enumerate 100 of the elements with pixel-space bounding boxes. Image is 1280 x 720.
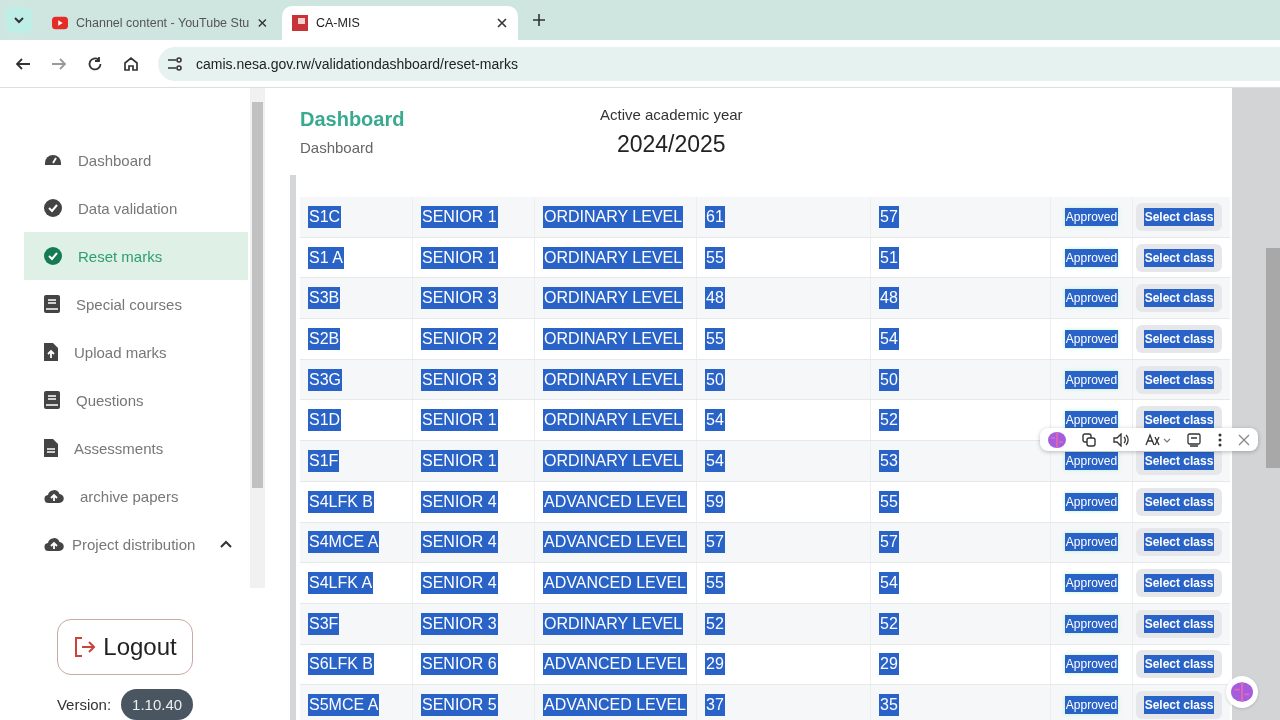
sidebar-item[interactable]: Upload marks [24, 328, 248, 376]
breadcrumb: Dashboard [300, 138, 375, 156]
status-badge: Approved [1064, 329, 1119, 348]
book-icon [44, 391, 60, 409]
table-cell: 54 [879, 572, 899, 595]
select-class-button[interactable]: Select class [1135, 324, 1223, 353]
select-class-button[interactable]: Select class [1135, 569, 1223, 598]
select-class-button[interactable]: Select class [1135, 365, 1223, 394]
sidebar-item[interactable]: Data validation [24, 184, 248, 232]
reader-icon[interactable] [1187, 432, 1202, 447]
cloud-upload-icon [44, 536, 64, 552]
status-badge: Approved [1064, 655, 1119, 674]
select-class-button[interactable]: Select class [1135, 202, 1223, 231]
table-cell: ADVANCED LEVEL [543, 694, 687, 717]
table-cell: SENIOR 1 [421, 409, 498, 432]
reload-icon[interactable] [86, 54, 104, 73]
tab-title: CA-MIS [316, 16, 361, 30]
table-cell: ADVANCED LEVEL [543, 490, 687, 513]
status-badge: Approved [1064, 696, 1119, 715]
table-cell: SENIOR 4 [421, 572, 498, 595]
file-icon [44, 439, 58, 457]
table-cell: S3F [308, 612, 340, 635]
table-cell: S4MCE A [308, 531, 380, 554]
cloud-upload-icon [44, 488, 64, 504]
sidebar-item[interactable]: Project distribution [24, 520, 248, 568]
table-cell: ORDINARY LEVEL [543, 327, 684, 350]
book-icon [44, 295, 60, 313]
status-badge: Approved [1064, 614, 1119, 633]
table-cell: S5MCE A [308, 694, 380, 717]
status-badge: Approved [1064, 289, 1119, 308]
table-cell: 51 [879, 246, 899, 269]
status-badge: Approved [1064, 207, 1119, 226]
sidebar-item[interactable]: Reset marks [24, 232, 248, 280]
browser-tab[interactable]: CA-MIS [282, 6, 518, 40]
table-cell: S3G [308, 368, 342, 391]
status-badge: Approved [1064, 533, 1119, 552]
status-badge: Approved [1064, 574, 1119, 593]
browser-tab[interactable]: Channel content - YouTube Stu [42, 6, 278, 40]
sidebar-scrollbar[interactable] [250, 88, 265, 588]
select-class-button[interactable]: Select class [1135, 691, 1223, 720]
select-class-button[interactable]: Select class [1135, 650, 1223, 679]
check-circle-icon [44, 199, 62, 217]
file-upload-icon [44, 343, 58, 361]
table-cell: SENIOR 4 [421, 490, 498, 513]
table-cell: SENIOR 1 [421, 205, 498, 228]
status-badge: Approved [1064, 451, 1119, 470]
table-cell: ORDINARY LEVEL [543, 246, 684, 269]
copy-icon[interactable] [1082, 432, 1097, 447]
table-cell: S3B [308, 287, 341, 310]
sidebar-item[interactable]: archive papers [24, 472, 248, 520]
table-cell: ORDINARY LEVEL [543, 449, 684, 472]
version-badge: 1.10.40 [121, 689, 194, 720]
close-icon[interactable] [496, 17, 508, 29]
select-class-button[interactable]: Select class [1135, 243, 1223, 272]
table-cell: 57 [705, 531, 725, 554]
table-cell: SENIOR 4 [421, 531, 498, 554]
table-cell: 48 [879, 287, 899, 310]
status-badge: Approved [1064, 492, 1119, 511]
status-badge: Approved [1064, 411, 1119, 430]
check-circle-icon [44, 247, 62, 265]
logout-button[interactable]: Logout [57, 619, 193, 675]
table-cell: 29 [879, 653, 899, 676]
sidebar-item[interactable]: Questions [24, 376, 248, 424]
home-icon[interactable] [122, 54, 140, 73]
site-settings-icon[interactable] [166, 54, 184, 73]
address-field[interactable]: camis.nesa.gov.rw/validationdashboard/reset-marks [158, 46, 1280, 81]
select-class-button[interactable]: Select class [1135, 284, 1223, 313]
select-class-button[interactable]: Select class [1135, 528, 1223, 557]
table-cell: ADVANCED LEVEL [543, 531, 687, 554]
table-cell: 55 [705, 572, 725, 595]
academic-year-label: Active academic year [600, 105, 743, 123]
translate-icon[interactable] [1145, 432, 1171, 447]
table-cell: S2B [308, 327, 341, 350]
table-cell: 53 [879, 449, 899, 472]
select-class-button[interactable]: Select class [1135, 609, 1223, 638]
status-badge: Approved [1064, 248, 1119, 267]
table-cell: 52 [705, 612, 725, 635]
new-tab-icon[interactable] [532, 13, 546, 27]
table-cell: ORDINARY LEVEL [543, 612, 684, 635]
close-icon[interactable] [257, 17, 268, 29]
table-cell: S4LFK A [308, 572, 374, 595]
sidebar-item[interactable]: Dashboard [24, 136, 248, 184]
table-cell: ORDINARY LEVEL [543, 287, 684, 310]
table-cell: SENIOR 1 [421, 246, 498, 269]
table-cell: ORDINARY LEVEL [543, 205, 684, 228]
speaker-icon[interactable] [1112, 432, 1129, 447]
table-cell: SENIOR 2 [421, 327, 498, 350]
table-cell: 50 [705, 368, 725, 391]
select-class-button[interactable]: Select class [1135, 487, 1223, 516]
more-icon[interactable] [1217, 432, 1222, 447]
table-cell: 55 [705, 246, 725, 269]
chevron-down-icon [13, 14, 25, 26]
sidebar-item[interactable]: Assessments [24, 424, 248, 472]
tab-list-button[interactable] [6, 7, 32, 33]
logout-icon [73, 636, 96, 658]
table-cell: 54 [879, 327, 899, 350]
brain-icon[interactable] [1048, 431, 1067, 448]
table-cell: S1 A [308, 246, 344, 269]
sidebar-item[interactable]: Special courses [24, 280, 248, 328]
page-scrollbar[interactable] [1232, 88, 1280, 720]
